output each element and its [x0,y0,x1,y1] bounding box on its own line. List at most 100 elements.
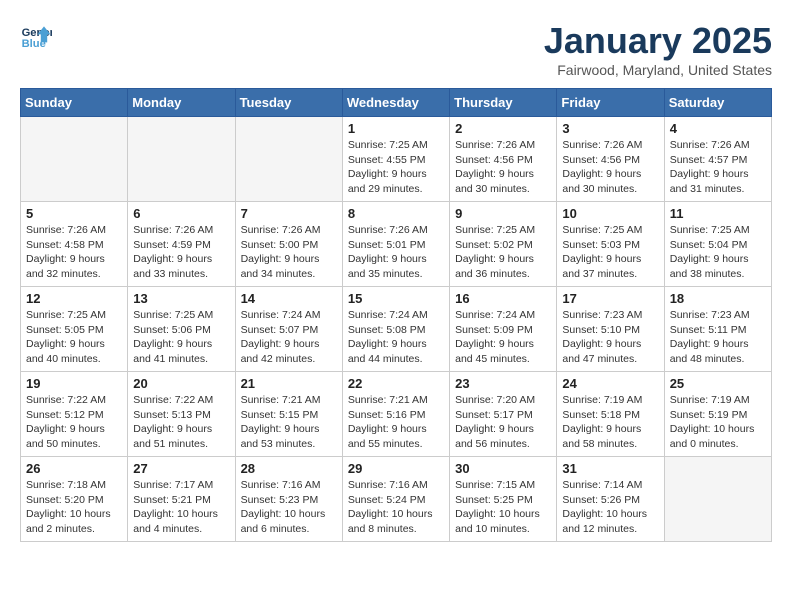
calendar-week-row: 1 Sunrise: 7:25 AM Sunset: 4:55 PM Daylig… [21,117,772,202]
day-number: 30 [455,461,551,476]
day-info: Sunrise: 7:20 AM Sunset: 5:17 PM Dayligh… [455,393,551,452]
calendar-day-cell: 4Sunrise: 7:26 AM Sunset: 4:57 PM Daylig… [664,117,771,202]
day-info: Sunrise: 7:25 AM Sunset: 5:03 PM Dayligh… [562,223,658,282]
calendar-day-cell: 20 Sunrise: 7:22 AM Sunset: 5:13 PM Dayli… [128,372,235,457]
calendar-day-cell: 15 Sunrise: 7:24 AM Sunset: 5:08 PM Dayli… [342,287,449,372]
calendar-day-cell [235,117,342,202]
weekday-header: Saturday [664,89,771,117]
calendar-day-cell: 8 Sunrise: 7:26 AM Sunset: 5:01 PM Daylig… [342,202,449,287]
day-number: 4 [670,121,766,136]
day-number: 18 [670,291,766,306]
day-number: 20 [133,376,229,391]
day-number: 7 [241,206,337,221]
location: Fairwood, Maryland, United States [544,62,772,78]
day-info: Sunrise: 7:26 AM Sunset: 4:56 PM Dayligh… [455,138,551,197]
day-info: Sunrise: 7:24 AM Sunset: 5:07 PM Dayligh… [241,308,337,367]
calendar-day-cell: 6Sunrise: 7:26 AM Sunset: 4:59 PM Daylig… [128,202,235,287]
calendar-day-cell: 28 Sunrise: 7:16 AM Sunset: 5:23 PM Dayli… [235,457,342,542]
day-number: 9 [455,206,551,221]
day-info: Sunrise: 7:23 AM Sunset: 5:11 PM Dayligh… [670,308,766,367]
calendar-day-cell: 26 Sunrise: 7:18 AM Sunset: 5:20 PM Dayli… [21,457,128,542]
day-number: 3 [562,121,658,136]
logo-icon: General Blue [20,20,52,52]
month-title: January 2025 [544,20,772,62]
day-number: 19 [26,376,122,391]
weekday-header-row: SundayMondayTuesdayWednesdayThursdayFrid… [21,89,772,117]
day-info: Sunrise: 7:19 AM Sunset: 5:19 PM Dayligh… [670,393,766,452]
calendar-day-cell: 13 Sunrise: 7:25 AM Sunset: 5:06 PM Dayli… [128,287,235,372]
day-info: Sunrise: 7:14 AM Sunset: 5:26 PM Dayligh… [562,478,658,537]
day-number: 2 [455,121,551,136]
title-area: January 2025 Fairwood, Maryland, United … [544,20,772,78]
day-number: 5 [26,206,122,221]
calendar-day-cell: 11Sunrise: 7:25 AM Sunset: 5:04 PM Dayli… [664,202,771,287]
day-info: Sunrise: 7:21 AM Sunset: 5:16 PM Dayligh… [348,393,444,452]
calendar-day-cell: 17 Sunrise: 7:23 AM Sunset: 5:10 PM Dayli… [557,287,664,372]
day-info: Sunrise: 7:19 AM Sunset: 5:18 PM Dayligh… [562,393,658,452]
day-info: Sunrise: 7:26 AM Sunset: 5:00 PM Dayligh… [241,223,337,282]
day-number: 13 [133,291,229,306]
day-number: 15 [348,291,444,306]
day-number: 22 [348,376,444,391]
day-number: 21 [241,376,337,391]
day-number: 17 [562,291,658,306]
calendar-day-cell: 31Sunrise: 7:14 AM Sunset: 5:26 PM Dayli… [557,457,664,542]
logo: General Blue [20,20,52,52]
calendar-day-cell: 21Sunrise: 7:21 AM Sunset: 5:15 PM Dayli… [235,372,342,457]
day-number: 29 [348,461,444,476]
calendar-day-cell: 10 Sunrise: 7:25 AM Sunset: 5:03 PM Dayli… [557,202,664,287]
day-info: Sunrise: 7:25 AM Sunset: 5:05 PM Dayligh… [26,308,122,367]
day-number: 24 [562,376,658,391]
calendar-day-cell: 1 Sunrise: 7:25 AM Sunset: 4:55 PM Daylig… [342,117,449,202]
calendar-day-cell: 24 Sunrise: 7:19 AM Sunset: 5:18 PM Dayli… [557,372,664,457]
calendar-day-cell: 23 Sunrise: 7:20 AM Sunset: 5:17 PM Dayli… [450,372,557,457]
day-number: 12 [26,291,122,306]
day-number: 28 [241,461,337,476]
day-info: Sunrise: 7:22 AM Sunset: 5:13 PM Dayligh… [133,393,229,452]
calendar-day-cell: 25 Sunrise: 7:19 AM Sunset: 5:19 PM Dayli… [664,372,771,457]
day-info: Sunrise: 7:26 AM Sunset: 4:59 PM Dayligh… [133,223,229,282]
day-info: Sunrise: 7:26 AM Sunset: 4:56 PM Dayligh… [562,138,658,197]
day-info: Sunrise: 7:25 AM Sunset: 5:06 PM Dayligh… [133,308,229,367]
calendar-day-cell [664,457,771,542]
calendar-day-cell: 9 Sunrise: 7:25 AM Sunset: 5:02 PM Daylig… [450,202,557,287]
calendar-week-row: 19 Sunrise: 7:22 AM Sunset: 5:12 PM Dayli… [21,372,772,457]
weekday-header: Monday [128,89,235,117]
calendar-table: SundayMondayTuesdayWednesdayThursdayFrid… [20,88,772,542]
weekday-header: Tuesday [235,89,342,117]
calendar-week-row: 26 Sunrise: 7:18 AM Sunset: 5:20 PM Dayli… [21,457,772,542]
calendar-day-cell: 2 Sunrise: 7:26 AM Sunset: 4:56 PM Daylig… [450,117,557,202]
day-number: 16 [455,291,551,306]
calendar-day-cell: 16 Sunrise: 7:24 AM Sunset: 5:09 PM Dayli… [450,287,557,372]
day-info: Sunrise: 7:26 AM Sunset: 5:01 PM Dayligh… [348,223,444,282]
calendar-day-cell: 7 Sunrise: 7:26 AM Sunset: 5:00 PM Daylig… [235,202,342,287]
page-header: General Blue January 2025 Fairwood, Mary… [20,20,772,78]
calendar-day-cell: 30 Sunrise: 7:15 AM Sunset: 5:25 PM Dayli… [450,457,557,542]
day-info: Sunrise: 7:22 AM Sunset: 5:12 PM Dayligh… [26,393,122,452]
calendar-day-cell: 18 Sunrise: 7:23 AM Sunset: 5:11 PM Dayli… [664,287,771,372]
day-number: 25 [670,376,766,391]
day-info: Sunrise: 7:25 AM Sunset: 5:02 PM Dayligh… [455,223,551,282]
calendar-day-cell: 14Sunrise: 7:24 AM Sunset: 5:07 PM Dayli… [235,287,342,372]
day-info: Sunrise: 7:24 AM Sunset: 5:09 PM Dayligh… [455,308,551,367]
day-info: Sunrise: 7:25 AM Sunset: 4:55 PM Dayligh… [348,138,444,197]
day-number: 23 [455,376,551,391]
day-number: 10 [562,206,658,221]
day-info: Sunrise: 7:16 AM Sunset: 5:23 PM Dayligh… [241,478,337,537]
day-number: 27 [133,461,229,476]
day-info: Sunrise: 7:18 AM Sunset: 5:20 PM Dayligh… [26,478,122,537]
calendar-day-cell: 5 Sunrise: 7:26 AM Sunset: 4:58 PM Daylig… [21,202,128,287]
day-info: Sunrise: 7:15 AM Sunset: 5:25 PM Dayligh… [455,478,551,537]
day-info: Sunrise: 7:24 AM Sunset: 5:08 PM Dayligh… [348,308,444,367]
day-info: Sunrise: 7:16 AM Sunset: 5:24 PM Dayligh… [348,478,444,537]
calendar-day-cell [21,117,128,202]
day-number: 1 [348,121,444,136]
day-number: 11 [670,206,766,221]
day-info: Sunrise: 7:23 AM Sunset: 5:10 PM Dayligh… [562,308,658,367]
day-number: 8 [348,206,444,221]
calendar-week-row: 5 Sunrise: 7:26 AM Sunset: 4:58 PM Daylig… [21,202,772,287]
day-number: 26 [26,461,122,476]
calendar-day-cell: 27 Sunrise: 7:17 AM Sunset: 5:21 PM Dayli… [128,457,235,542]
day-info: Sunrise: 7:26 AM Sunset: 4:58 PM Dayligh… [26,223,122,282]
day-info: Sunrise: 7:17 AM Sunset: 5:21 PM Dayligh… [133,478,229,537]
